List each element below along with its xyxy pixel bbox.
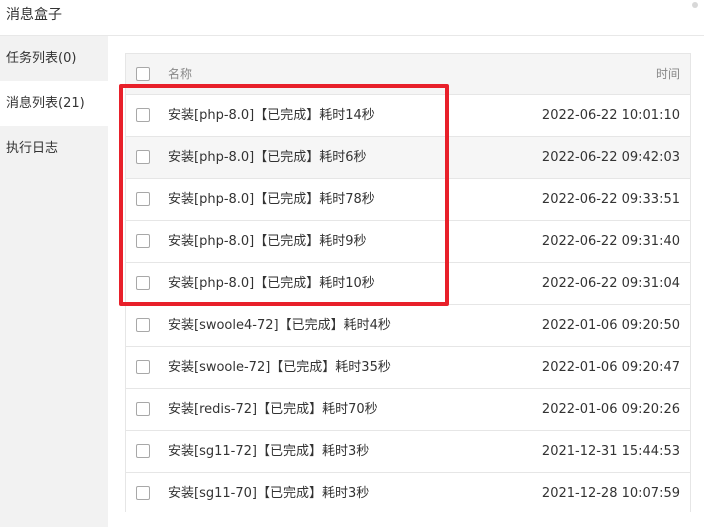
- message-name: 安装[sg11-72]【已完成】耗时3秒: [168, 444, 370, 459]
- main-content: 名称 时间 安装[php-8.0]【已完成】耗时14秒 2022-06-22 1…: [108, 36, 704, 527]
- message-name: 安装[php-8.0]【已完成】耗时6秒: [168, 150, 367, 165]
- message-name: 安装[php-8.0]【已完成】耗时9秒: [168, 234, 367, 249]
- row-checkbox[interactable]: [136, 150, 150, 164]
- message-time: 2022-06-22 09:42:03: [541, 150, 680, 165]
- message-time: 2022-06-22 10:01:10: [541, 108, 680, 123]
- sidebar-item-label: 执行日志: [6, 141, 59, 156]
- title-bar: 消息盒子: [0, 0, 704, 36]
- table-row: 安装[php-8.0]【已完成】耗时10秒 2022-06-22 09:31:0…: [126, 263, 690, 305]
- row-checkbox[interactable]: [136, 318, 150, 332]
- row-checkbox[interactable]: [136, 108, 150, 122]
- table-row: 安装[php-8.0]【已完成】耗时6秒 2022-06-22 09:42:03: [126, 137, 690, 179]
- row-checkbox[interactable]: [136, 234, 150, 248]
- table-row: 安装[swoole4-72]【已完成】耗时4秒 2022-01-06 09:20…: [126, 305, 690, 347]
- table-row: 安装[php-8.0]【已完成】耗时78秒 2022-06-22 09:33:5…: [126, 179, 690, 221]
- select-all-checkbox[interactable]: [136, 67, 150, 81]
- row-checkbox[interactable]: [136, 192, 150, 206]
- message-time: 2022-01-06 09:20:26: [541, 402, 680, 417]
- close-icon[interactable]: [692, 2, 698, 8]
- table-row: 安装[sg11-70]【已完成】耗时3秒 2021-12-28 10:07:59: [126, 473, 690, 515]
- table-row: 安装[redis-72]【已完成】耗时70秒 2022-01-06 09:20:…: [126, 389, 690, 431]
- message-time: 2022-06-22 09:31:40: [541, 234, 680, 249]
- sidebar-item-message-list[interactable]: 消息列表(21): [0, 81, 108, 126]
- sidebar-item-execution-log[interactable]: 执行日志: [0, 126, 108, 171]
- message-name: 安装[sg11-70]【已完成】耗时3秒: [168, 486, 370, 501]
- table-header: 名称 时间: [126, 54, 690, 95]
- column-header-name: 名称: [168, 67, 193, 81]
- message-name: 安装[php-8.0]【已完成】耗时14秒: [168, 108, 375, 123]
- message-name: 安装[redis-72]【已完成】耗时70秒: [168, 402, 378, 417]
- message-time: 2022-01-06 09:20:50: [541, 318, 680, 333]
- table-row: 安装[sg11-72]【已完成】耗时3秒 2021-12-31 15:44:53: [126, 431, 690, 473]
- row-checkbox[interactable]: [136, 402, 150, 416]
- table-row: 安装[php-8.0]【已完成】耗时9秒 2022-06-22 09:31:40: [126, 221, 690, 263]
- message-time: 2022-06-22 09:31:04: [541, 276, 680, 291]
- message-time: 2021-12-28 10:07:59: [541, 486, 680, 501]
- message-time: 2022-06-22 09:33:51: [541, 192, 680, 207]
- message-name: 安装[php-8.0]【已完成】耗时78秒: [168, 192, 375, 207]
- sidebar: 任务列表(0) 消息列表(21) 执行日志: [0, 36, 108, 527]
- row-checkbox[interactable]: [136, 360, 150, 374]
- message-box-window: 消息盒子 任务列表(0) 消息列表(21) 执行日志 名称 时间 安装[php-…: [0, 0, 704, 527]
- table-row: 安装[swoole-72]【已完成】耗时35秒 2022-01-06 09:20…: [126, 347, 690, 389]
- message-name: 安装[php-8.0]【已完成】耗时10秒: [168, 276, 375, 291]
- sidebar-item-label: 任务列表(0): [6, 51, 77, 66]
- row-checkbox[interactable]: [136, 486, 150, 500]
- window-title: 消息盒子: [6, 7, 62, 23]
- row-checkbox[interactable]: [136, 444, 150, 458]
- message-name: 安装[swoole4-72]【已完成】耗时4秒: [168, 318, 391, 333]
- table-row: 安装[php-8.0]【已完成】耗时14秒 2022-06-22 10:01:1…: [126, 95, 690, 137]
- message-name: 安装[swoole-72]【已完成】耗时35秒: [168, 360, 391, 375]
- sidebar-item-task-list[interactable]: 任务列表(0): [0, 36, 108, 81]
- column-header-time: 时间: [655, 67, 680, 81]
- row-checkbox[interactable]: [136, 276, 150, 290]
- sidebar-item-label: 消息列表(21): [6, 96, 85, 111]
- message-time: 2021-12-31 15:44:53: [541, 444, 680, 459]
- message-time: 2022-01-06 09:20:47: [541, 360, 680, 375]
- message-table: 名称 时间 安装[php-8.0]【已完成】耗时14秒 2022-06-22 1…: [125, 53, 691, 515]
